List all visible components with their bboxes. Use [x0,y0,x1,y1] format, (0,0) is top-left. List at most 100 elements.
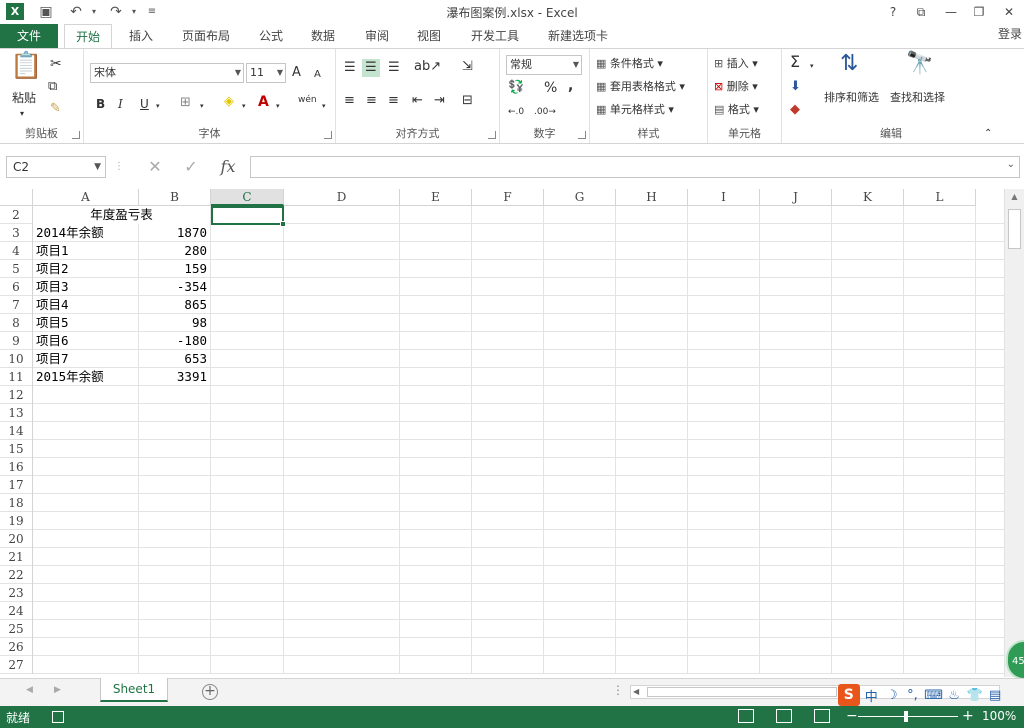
cell-d8[interactable] [284,314,400,332]
restore-icon[interactable]: ❐ [966,2,992,22]
cell-k9[interactable] [832,332,904,350]
cell-styles-button[interactable]: ▦ 单元格样式 ▾ [596,101,674,119]
font-size-select[interactable]: 11 ▼ [246,63,286,83]
cell-e3[interactable] [400,224,472,242]
table-value-cell[interactable]: 280 [139,242,211,260]
cell-i9[interactable] [688,332,760,350]
font-color-button[interactable]: A [258,93,269,111]
cell-g19[interactable] [544,512,616,530]
cell-a21[interactable] [33,548,139,566]
column-header-c[interactable]: C [211,189,284,206]
cell-b17[interactable] [139,476,211,494]
cell-a27[interactable] [33,656,139,674]
cell-g23[interactable] [544,584,616,602]
cell-e18[interactable] [400,494,472,512]
cell-b21[interactable] [139,548,211,566]
select-all-corner[interactable] [0,189,33,206]
cell-l7[interactable] [904,296,976,314]
wrap-text-icon[interactable]: ⇲ [462,58,473,76]
cell-h14[interactable] [616,422,688,440]
format-painter-icon[interactable]: ✎ [50,100,61,118]
cell-f20[interactable] [472,530,544,548]
tab-page-layout[interactable]: 页面布局 [174,24,238,49]
format-cells-button[interactable]: ▤ 格式 ▾ [714,101,759,119]
cell-k26[interactable] [832,638,904,656]
cell-e7[interactable] [400,296,472,314]
cell-j14[interactable] [760,422,832,440]
cell-c8[interactable] [211,314,284,332]
cell-d11[interactable] [284,368,400,386]
sogou-logo-icon[interactable]: S [838,684,860,706]
cell-c22[interactable] [211,566,284,584]
cell-k22[interactable] [832,566,904,584]
cell-l14[interactable] [904,422,976,440]
cell-j19[interactable] [760,512,832,530]
cell-d10[interactable] [284,350,400,368]
cell-d16[interactable] [284,458,400,476]
cell-f26[interactable] [472,638,544,656]
row-header[interactable]: 9 [0,332,33,350]
table-value-cell[interactable]: 1870 [139,224,211,242]
table-label-cell[interactable]: 项目2 [33,260,139,278]
format-as-table-button[interactable]: ▦ 套用表格格式 ▾ [596,78,685,96]
row-header[interactable]: 23 [0,584,33,602]
cell-g26[interactable] [544,638,616,656]
sort-filter-button[interactable]: 排序和筛选 [824,89,879,107]
cell-l10[interactable] [904,350,976,368]
cell-f27[interactable] [472,656,544,674]
cell-c10[interactable] [211,350,284,368]
cell-b26[interactable] [139,638,211,656]
find-select-button[interactable]: 查找和选择 [890,89,945,107]
ime-toolbar[interactable]: S 中 ☽ °, ⌨ ♨ 👕 ▤ [838,684,1004,706]
cell-b15[interactable] [139,440,211,458]
cell-c21[interactable] [211,548,284,566]
cell-l21[interactable] [904,548,976,566]
tab-data[interactable]: 数据 [302,24,344,49]
cell-b19[interactable] [139,512,211,530]
cell-k3[interactable] [832,224,904,242]
decrease-decimal-icon[interactable]: .00→ [534,103,556,121]
cell-i10[interactable] [688,350,760,368]
cell-c18[interactable] [211,494,284,512]
enter-icon[interactable]: ✓ [180,156,202,178]
cell-j16[interactable] [760,458,832,476]
align-left-icon[interactable]: ≡ [344,92,355,110]
cell-l23[interactable] [904,584,976,602]
cell-g9[interactable] [544,332,616,350]
voice-icon[interactable]: ♨ [945,688,963,703]
cell-l2[interactable] [904,206,976,224]
cell-g14[interactable] [544,422,616,440]
cell-h8[interactable] [616,314,688,332]
cell-f23[interactable] [472,584,544,602]
cell-j9[interactable] [760,332,832,350]
cell-f7[interactable] [472,296,544,314]
ime-menu-icon[interactable]: ▤ [986,688,1004,703]
cell-g18[interactable] [544,494,616,512]
cell-f25[interactable] [472,620,544,638]
cell-j12[interactable] [760,386,832,404]
cell-e9[interactable] [400,332,472,350]
cell-e5[interactable] [400,260,472,278]
cell-a26[interactable] [33,638,139,656]
row-header[interactable]: 20 [0,530,33,548]
row-header[interactable]: 4 [0,242,33,260]
scroll-up-icon[interactable]: ▲ [1005,189,1024,205]
cell-h7[interactable] [616,296,688,314]
macro-record-icon[interactable] [52,711,64,723]
table-label-cell[interactable]: 2014年余额 [33,224,139,242]
tab-formulas[interactable]: 公式 [250,24,292,49]
formula-input[interactable]: ⌄ [250,156,1020,178]
cell-a20[interactable] [33,530,139,548]
table-label-cell[interactable]: 项目1 [33,242,139,260]
cell-h20[interactable] [616,530,688,548]
cell-c5[interactable] [211,260,284,278]
column-header-e[interactable]: E [400,189,472,206]
column-header-a[interactable]: A [33,189,139,206]
cut-icon[interactable]: ✂ [50,55,62,73]
cell-c9[interactable] [211,332,284,350]
table-value-cell[interactable]: 653 [139,350,211,368]
cell-d25[interactable] [284,620,400,638]
cell-i19[interactable] [688,512,760,530]
cell-c19[interactable] [211,512,284,530]
clear-icon[interactable]: ◆ [790,101,800,119]
